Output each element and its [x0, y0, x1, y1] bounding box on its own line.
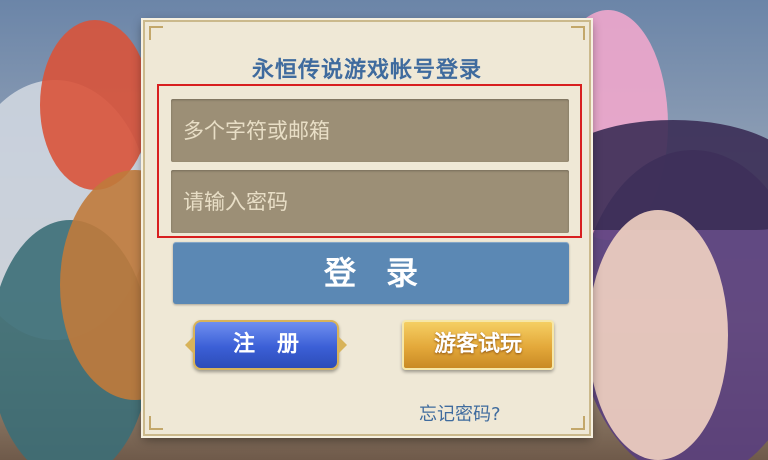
corner-ornament: [571, 26, 585, 40]
guest-play-button[interactable]: 游客试玩: [402, 320, 554, 370]
corner-ornament: [149, 26, 163, 40]
username-field[interactable]: [171, 99, 569, 162]
login-dialog: 永恒传说游戏帐号登录 登录 注册 游客试玩 忘记密码?: [143, 20, 591, 436]
username-input[interactable]: [181, 117, 569, 144]
login-button[interactable]: 登录: [173, 242, 569, 304]
password-field[interactable]: [171, 170, 569, 233]
character-art-witch-face: [588, 210, 728, 460]
password-input[interactable]: [181, 188, 569, 215]
forgot-password-link[interactable]: 忘记密码?: [419, 400, 501, 426]
corner-ornament: [571, 416, 585, 430]
register-button[interactable]: 注册: [185, 320, 347, 370]
character-art-red-hair: [40, 20, 150, 190]
corner-ornament: [149, 416, 163, 430]
dialog-title: 永恒传说游戏帐号登录: [251, 58, 482, 83]
